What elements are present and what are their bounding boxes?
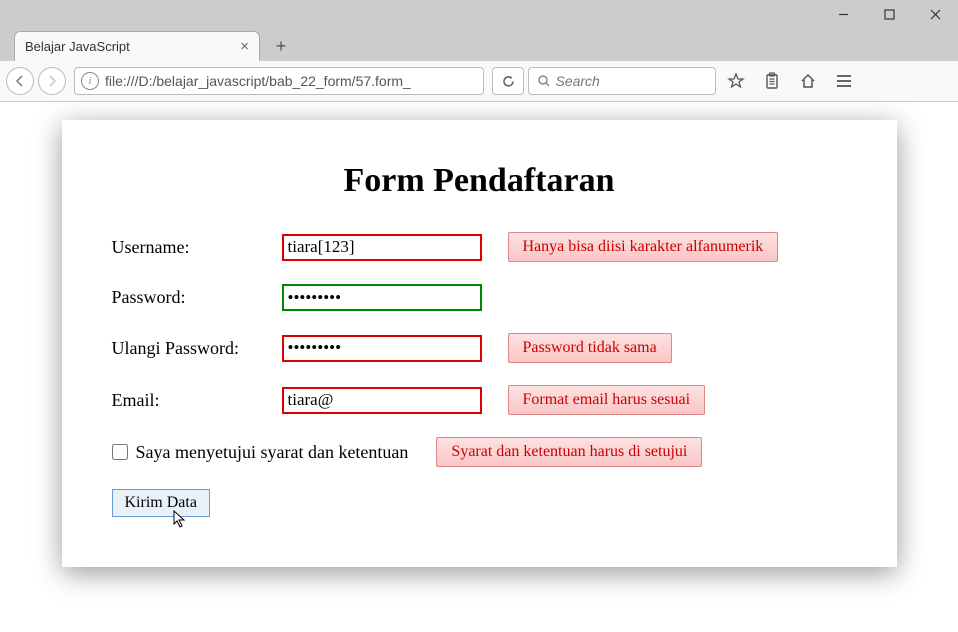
- repeat-password-input[interactable]: [282, 335, 482, 362]
- menu-icon[interactable]: [828, 67, 860, 95]
- agree-row: Saya menyetujui syarat dan ketentuan Sya…: [112, 437, 847, 467]
- url-bar[interactable]: i file:///D:/belajar_javascript/bab_22_f…: [74, 67, 484, 95]
- agree-checkbox[interactable]: [112, 444, 128, 460]
- page-content: Form Pendaftaran Username: Hanya bisa di…: [0, 102, 958, 632]
- bookmark-star-icon[interactable]: [720, 67, 752, 95]
- close-window-button[interactable]: [912, 0, 958, 28]
- username-row: Username: Hanya bisa diisi karakter alfa…: [112, 232, 847, 262]
- window-titlebar: [0, 0, 958, 28]
- email-label: Email:: [112, 390, 282, 411]
- username-input[interactable]: [282, 234, 482, 261]
- form-card: Form Pendaftaran Username: Hanya bisa di…: [62, 120, 897, 567]
- repeat-password-label: Ulangi Password:: [112, 338, 282, 359]
- minimize-button[interactable]: [820, 0, 866, 28]
- username-label: Username:: [112, 237, 282, 258]
- search-box[interactable]: [528, 67, 716, 95]
- page-title: Form Pendaftaran: [112, 162, 847, 200]
- forward-button[interactable]: [38, 67, 66, 95]
- tab-active[interactable]: Belajar JavaScript ×: [14, 31, 260, 61]
- tab-title: Belajar JavaScript: [25, 39, 130, 54]
- back-button[interactable]: [6, 67, 34, 95]
- email-error: Format email harus sesuai: [508, 385, 706, 415]
- new-tab-button[interactable]: +: [266, 31, 296, 61]
- password-label: Password:: [112, 287, 282, 308]
- username-error: Hanya bisa diisi karakter alfanumerik: [508, 232, 779, 262]
- maximize-button[interactable]: [866, 0, 912, 28]
- email-row: Email: Format email harus sesuai: [112, 385, 847, 415]
- repeat-password-row: Ulangi Password: Password tidak sama: [112, 333, 847, 363]
- agree-error: Syarat dan ketentuan harus di setujui: [436, 437, 702, 467]
- repeat-password-error: Password tidak sama: [508, 333, 672, 363]
- home-icon[interactable]: [792, 67, 824, 95]
- tab-strip: Belajar JavaScript × +: [0, 28, 958, 61]
- search-icon: [537, 74, 549, 88]
- password-input[interactable]: [282, 284, 482, 311]
- agree-label: Saya menyetujui syarat dan ketentuan: [136, 442, 409, 463]
- clipboard-icon[interactable]: [756, 67, 788, 95]
- toolbar: i file:///D:/belajar_javascript/bab_22_f…: [0, 61, 958, 102]
- url-text: file:///D:/belajar_javascript/bab_22_for…: [105, 73, 411, 89]
- info-icon[interactable]: i: [81, 72, 99, 90]
- submit-button[interactable]: Kirim Data: [112, 489, 210, 517]
- close-tab-icon[interactable]: ×: [240, 39, 249, 54]
- submit-label: Kirim Data: [125, 494, 197, 511]
- cursor-icon: [173, 510, 189, 530]
- email-input[interactable]: [282, 387, 482, 414]
- reload-button[interactable]: [492, 67, 524, 95]
- search-input[interactable]: [555, 73, 707, 89]
- password-row: Password:: [112, 284, 847, 311]
